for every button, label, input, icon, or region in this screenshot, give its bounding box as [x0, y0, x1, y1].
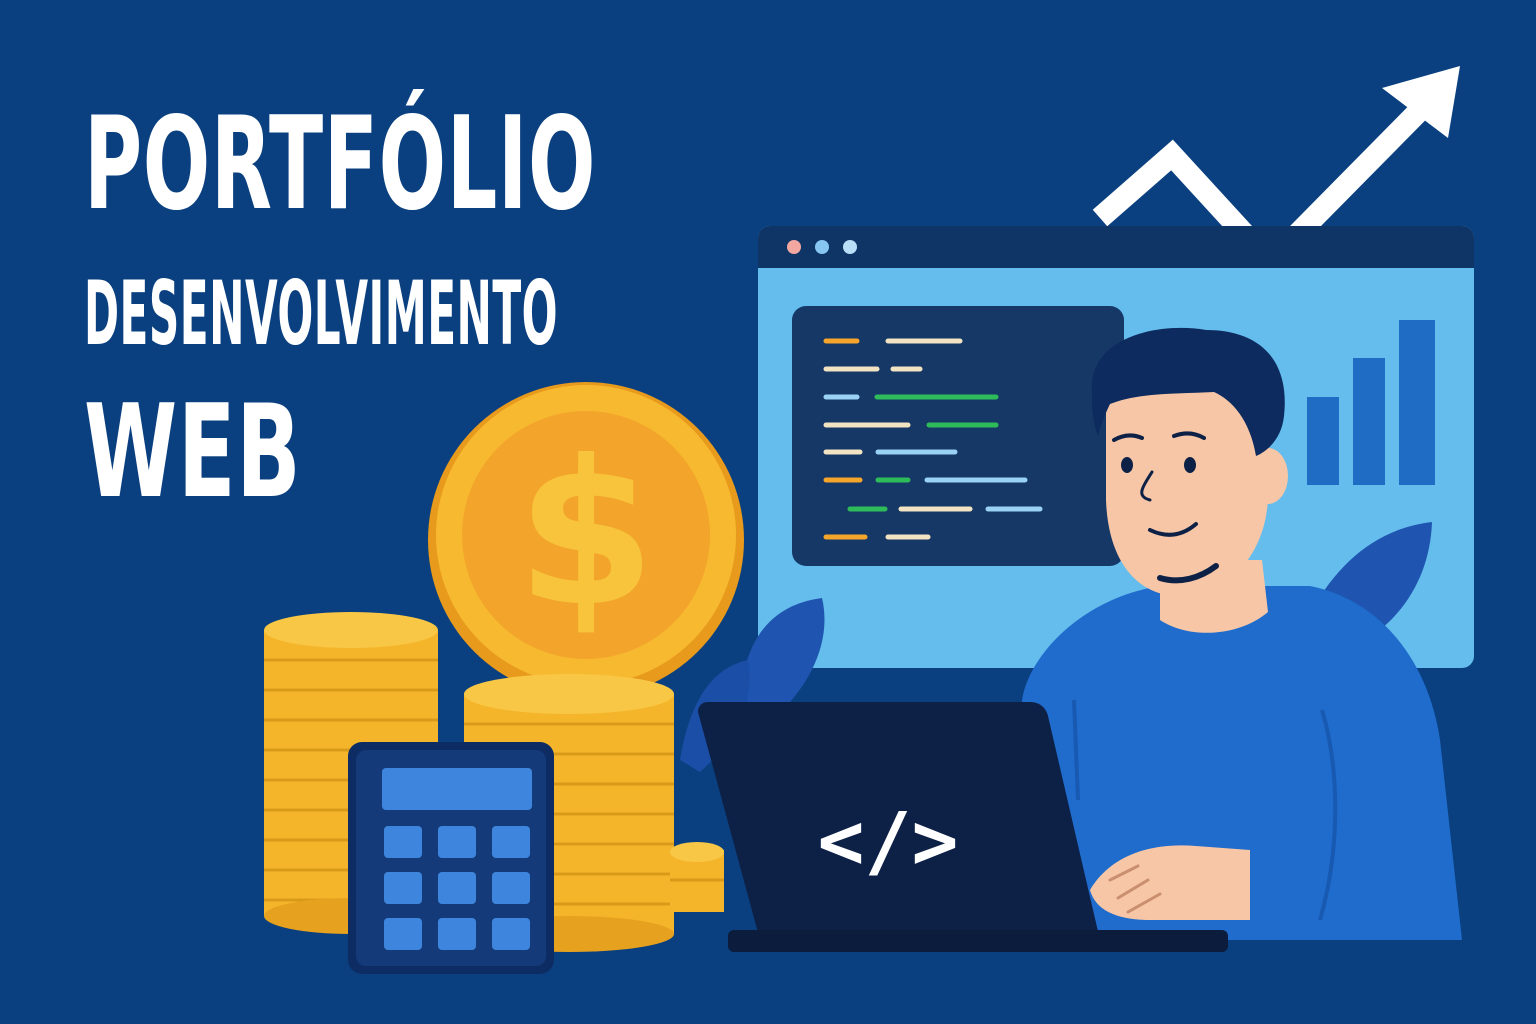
coin-dollar-symbol: $: [516, 418, 655, 651]
illustration-scene: </> $: [264, 66, 1474, 974]
code-editor-icon: [792, 306, 1124, 566]
calculator-icon: [348, 742, 554, 974]
window-dot-blue: [815, 240, 829, 254]
window-dot-light: [843, 240, 857, 254]
dollar-coin-icon: $: [428, 382, 744, 698]
window-dot-red: [787, 240, 801, 254]
laptop-code-symbol: </>: [818, 797, 959, 887]
